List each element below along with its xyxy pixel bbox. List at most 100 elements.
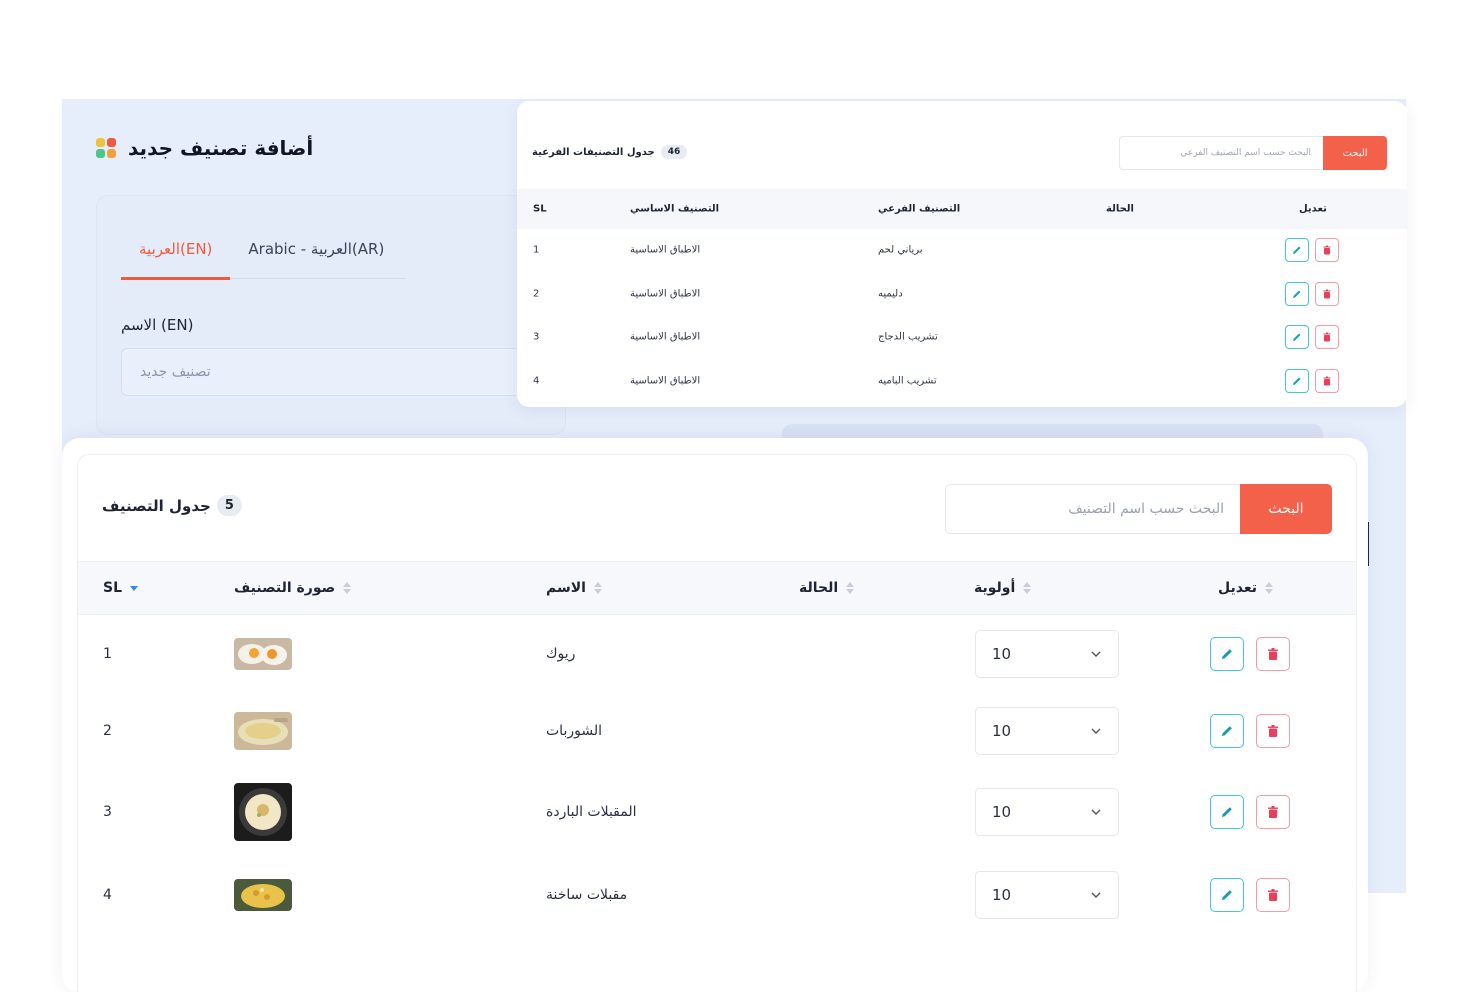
category-table-header: SL صورة التصنيف الاسم الحالة أولوية تعدي… (78, 561, 1356, 615)
header-edit-label: تعديل (1218, 580, 1257, 596)
trash-icon (1268, 725, 1278, 737)
subcategory-header: جدول التصنيفات الفرعية 46 البحث حسب اسم … (517, 101, 1407, 189)
row-sl: 1 (103, 646, 112, 662)
table-row: 3 المقبلات الباردة 10 (78, 769, 1356, 855)
subcategory-search-input[interactable]: البحث حسب اسم التصنيف الفرعي (1119, 136, 1323, 170)
delete-button[interactable] (1315, 282, 1339, 306)
priority-value: 10 (992, 645, 1012, 663)
priority-value: 10 (992, 803, 1012, 821)
row-actions (1210, 714, 1290, 748)
category-table-title: جدول التصنيف 5 (102, 495, 242, 516)
header-priority[interactable]: أولوية (974, 580, 1032, 596)
row-name: ريوك (546, 646, 576, 662)
sort-icon (846, 582, 855, 594)
header-priority-label: أولوية (974, 580, 1016, 596)
delete-button[interactable] (1256, 878, 1290, 912)
sort-icon (593, 582, 602, 594)
name-label: الاسم (EN) (121, 316, 194, 334)
chevron-down-icon (1091, 892, 1101, 898)
edit-button[interactable] (1285, 325, 1309, 349)
delete-button[interactable] (1256, 795, 1290, 829)
hummus-image (234, 783, 292, 841)
header-status: الحالة (1106, 203, 1134, 215)
header-name[interactable]: الاسم (546, 580, 602, 596)
sort-desc-icon (130, 585, 139, 591)
trash-icon (1268, 806, 1278, 818)
header-sl: SL (533, 203, 547, 215)
subcategory-table-card: جدول التصنيفات الفرعية 46 البحث حسب اسم … (517, 101, 1407, 407)
category-search-button[interactable]: البحث (1240, 484, 1332, 534)
header-main-category: التصنيف الاساسي (630, 203, 720, 215)
pencil-icon (1293, 246, 1301, 254)
edit-button[interactable] (1285, 238, 1309, 262)
sort-icon (343, 582, 352, 594)
tab-en[interactable]: العربية(EN) (121, 226, 231, 280)
row-sub-category: تشريب الباميه (878, 375, 937, 387)
row-sl: 2 (103, 723, 112, 739)
priority-select[interactable]: 10 (975, 707, 1119, 755)
edit-button[interactable] (1210, 714, 1244, 748)
trash-icon (1323, 245, 1331, 255)
delete-button[interactable] (1256, 714, 1290, 748)
header-sl[interactable]: SL (103, 580, 139, 596)
delete-button[interactable] (1315, 369, 1339, 393)
row-sl: 4 (103, 887, 112, 903)
add-category-title: أضافة تصنيف جديد (96, 136, 313, 160)
pencil-icon (1222, 649, 1232, 659)
row-actions (1285, 325, 1339, 349)
pencil-icon (1222, 807, 1232, 817)
table-row: 3 الاطباق الاساسية تشريب الدجاج (517, 315, 1407, 359)
language-tabs: العربية(EN) Arabic - العربية(AR) (121, 226, 405, 280)
header-image-label: صورة التصنيف (234, 580, 336, 596)
delete-button[interactable] (1315, 238, 1339, 262)
pencil-icon (1222, 726, 1232, 736)
table-row: 1 الاطباق الاساسية برياني لحم (517, 228, 1407, 272)
priority-value: 10 (992, 886, 1012, 904)
row-sl: 4 (533, 375, 540, 387)
header-status[interactable]: الحالة (799, 580, 855, 596)
category-search: البحث حسب اسم التصنيف البحث (945, 484, 1332, 534)
row-sl: 3 (533, 331, 540, 343)
delete-button[interactable] (1256, 637, 1290, 671)
table-row: 4 الاطباق الاساسية تشريب الباميه (517, 359, 1407, 403)
row-main-category: الاطباق الاساسية (630, 375, 701, 387)
row-name: المقبلات الباردة (546, 804, 637, 820)
edit-button[interactable] (1285, 282, 1309, 306)
row-name: الشوربات (546, 723, 602, 739)
table-row: 1 ريوك 10 (78, 615, 1356, 693)
subcategory-search-button[interactable]: البحث (1323, 136, 1387, 170)
trash-icon (1268, 648, 1278, 660)
header-edit: تعديل (1299, 203, 1327, 215)
edit-button[interactable] (1210, 637, 1244, 671)
priority-select[interactable]: 10 (975, 630, 1119, 678)
row-sl: 2 (533, 288, 540, 300)
priority-value: 10 (992, 722, 1012, 740)
pencil-icon (1222, 890, 1232, 900)
page-title: أضافة تصنيف جديد (128, 136, 314, 160)
edit-button[interactable] (1285, 369, 1309, 393)
pencil-icon (1293, 290, 1301, 298)
priority-select[interactable]: 10 (975, 788, 1119, 836)
category-title-text: جدول التصنيف (102, 496, 211, 515)
delete-button[interactable] (1315, 325, 1339, 349)
add-category-form: العربية(EN) Arabic - العربية(AR) الاسم (… (96, 195, 566, 435)
chevron-down-icon (1091, 809, 1101, 815)
row-actions (1210, 637, 1290, 671)
sort-icon (1023, 582, 1032, 594)
name-input[interactable]: تصنيف جديد (121, 348, 561, 396)
category-search-input[interactable]: البحث حسب اسم التصنيف (945, 484, 1240, 534)
row-sl: 1 (533, 244, 540, 256)
hot-appetizer-image (234, 879, 292, 911)
edit-button[interactable] (1210, 795, 1244, 829)
header-edit[interactable]: تعديل (1218, 580, 1273, 596)
trash-icon (1268, 889, 1278, 901)
subcategory-title-text: جدول التصنيفات الفرعية (532, 146, 655, 158)
soup-image (234, 712, 292, 750)
edit-button[interactable] (1210, 878, 1244, 912)
pencil-icon (1293, 377, 1301, 385)
row-sub-category: دليميه (878, 288, 903, 300)
header-image[interactable]: صورة التصنيف (234, 580, 352, 596)
priority-select[interactable]: 10 (975, 871, 1119, 919)
tab-ar[interactable]: Arabic - العربية(AR) (230, 226, 402, 278)
category-count-badge: 5 (216, 495, 242, 516)
